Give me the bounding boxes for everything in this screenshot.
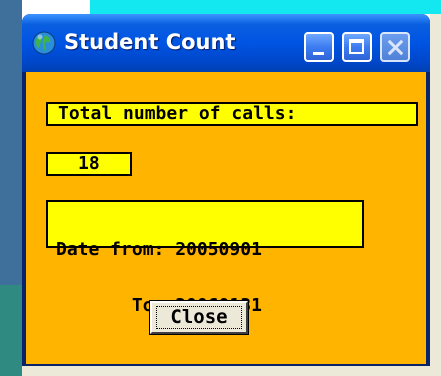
title-bar[interactable]: Student Count [22,14,430,72]
date-from-text: Date from: 20050901 [56,239,262,260]
maximize-button[interactable] [342,32,372,62]
close-window-button[interactable] [380,32,410,62]
student-count-window: Student Count Total number of calls: 18 … [22,14,430,366]
dialog-content: Total number of calls: 18 Date from: 200… [26,72,426,364]
date-range-box: Date from: 20050901 To: 20060131 [46,200,364,315]
focus-rectangle [156,306,242,329]
total-calls-label: Total number of calls: [46,102,418,126]
background-window-strip [90,0,441,14]
globe-icon [32,31,56,55]
background-bottom-edge [22,366,441,376]
close-button[interactable]: Close [149,300,249,335]
total-calls-value: 18 [46,152,132,176]
background-desktop-edge-lower [0,285,22,376]
minimize-button[interactable] [304,32,334,62]
background-right-edge [430,14,441,376]
window-title: Student Count [64,30,236,54]
